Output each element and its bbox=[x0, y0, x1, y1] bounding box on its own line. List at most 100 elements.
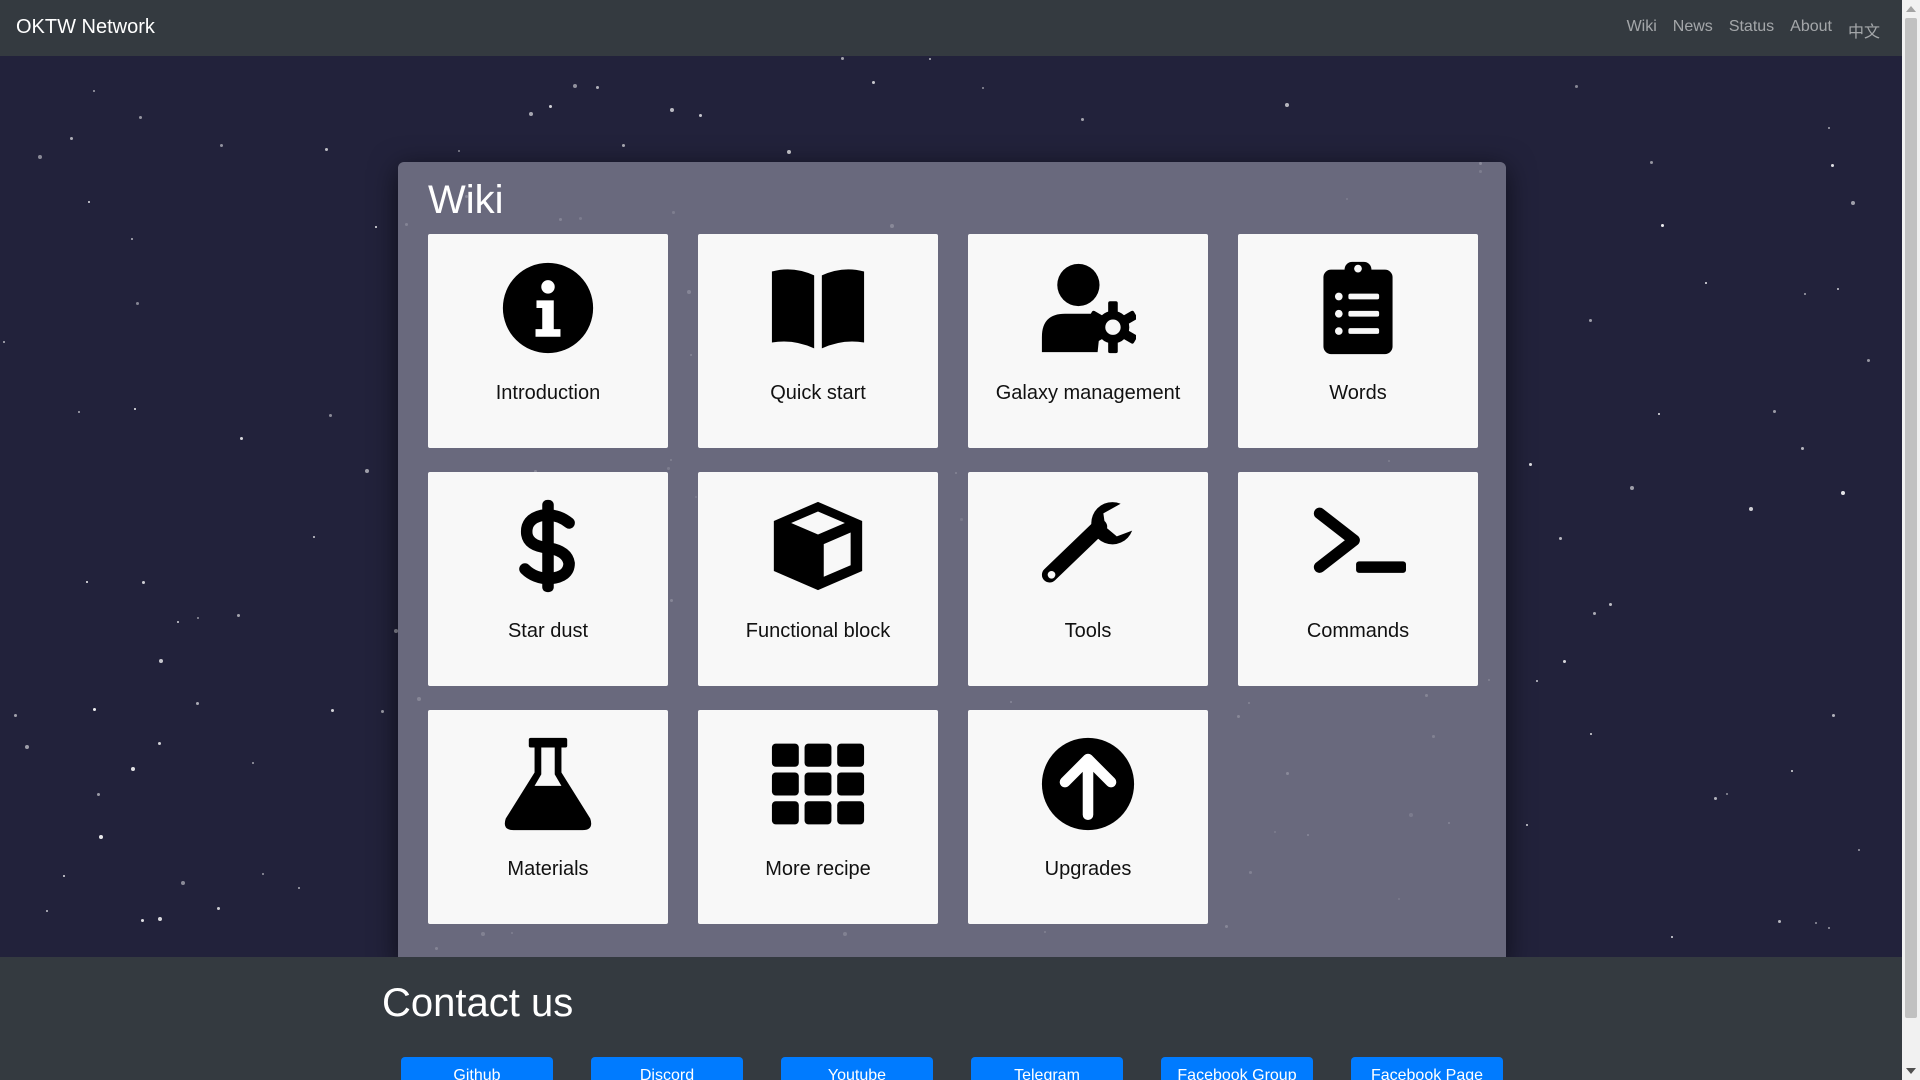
star-dot bbox=[78, 411, 80, 413]
cube-icon bbox=[770, 498, 866, 594]
wiki-card-star-dust[interactable]: Star dust bbox=[428, 472, 668, 686]
wiki-card-introduction[interactable]: Introduction bbox=[428, 234, 668, 448]
page-scrollbar[interactable] bbox=[1902, 0, 1920, 1080]
top-navbar: OKTW Network Wiki News Status About 中文 bbox=[0, 0, 1902, 56]
star-dot bbox=[181, 881, 185, 885]
star-dot bbox=[46, 910, 48, 912]
star-dot bbox=[458, 150, 460, 152]
star-dot bbox=[1791, 770, 1793, 772]
wiki-panel: Wiki Introduction Quick start Galaxy man… bbox=[398, 162, 1506, 957]
brand-link[interactable]: OKTW Network bbox=[16, 16, 155, 39]
wrench-icon bbox=[1040, 498, 1136, 594]
star-dot bbox=[549, 105, 552, 108]
star-dot bbox=[237, 614, 240, 617]
star-dot bbox=[1285, 103, 1289, 107]
telegram-button[interactable]: Telegram bbox=[971, 1057, 1123, 1080]
star-dot bbox=[134, 408, 136, 410]
star-dot bbox=[329, 414, 332, 417]
star-dot bbox=[375, 226, 377, 228]
youtube-button[interactable]: Youtube bbox=[781, 1057, 933, 1080]
star-dot bbox=[1705, 282, 1707, 284]
star-dot bbox=[381, 710, 384, 713]
wiki-card-label: Galaxy management bbox=[995, 382, 1181, 404]
star-dot bbox=[25, 745, 29, 749]
star-dot bbox=[139, 116, 142, 119]
star-dot bbox=[331, 709, 334, 712]
star-dot bbox=[38, 155, 42, 159]
wiki-card-commands[interactable]: Commands bbox=[1238, 472, 1478, 686]
star-dot bbox=[1828, 127, 1830, 129]
star-dot bbox=[1832, 714, 1835, 717]
facebook-group-button[interactable]: Facebook Group bbox=[1161, 1057, 1313, 1080]
dollar-sign-icon bbox=[500, 498, 596, 594]
star-dot bbox=[1714, 797, 1717, 800]
star-dot bbox=[1589, 319, 1592, 322]
star-dot bbox=[220, 144, 223, 147]
wiki-card-label: Words bbox=[1329, 382, 1387, 404]
star-dot bbox=[14, 714, 17, 717]
wiki-card-more-recipe[interactable]: More recipe bbox=[698, 710, 938, 924]
arrow-circle-up-icon bbox=[1040, 736, 1136, 832]
star-dot bbox=[142, 581, 145, 584]
star-dot bbox=[1831, 164, 1834, 167]
star-dot bbox=[787, 150, 791, 154]
nav-link-about[interactable]: About bbox=[1790, 18, 1832, 42]
scroll-up-arrow-icon[interactable] bbox=[1906, 6, 1916, 12]
wiki-card-label: Star dust bbox=[507, 620, 589, 642]
star-dot bbox=[1081, 118, 1084, 121]
wiki-card-tools[interactable]: Tools bbox=[968, 472, 1208, 686]
wiki-card-label: Tools bbox=[1064, 620, 1112, 642]
star-dot bbox=[3, 341, 5, 343]
star-dot bbox=[131, 238, 133, 240]
star-dot bbox=[325, 148, 328, 151]
star-dot bbox=[1658, 413, 1660, 415]
wiki-card-label: Materials bbox=[507, 858, 589, 880]
star-dot bbox=[131, 767, 135, 771]
star-dot bbox=[529, 112, 533, 116]
star-dot bbox=[159, 659, 163, 663]
star-dot bbox=[573, 84, 577, 88]
star-dot bbox=[1851, 201, 1855, 205]
wiki-card-quick-start[interactable]: Quick start bbox=[698, 234, 938, 448]
wiki-card-label: Quick start bbox=[770, 382, 866, 404]
star-dot bbox=[1837, 288, 1839, 290]
star-dot bbox=[99, 835, 103, 839]
star-dot bbox=[872, 81, 875, 84]
contact-title: Contact us bbox=[382, 981, 574, 1025]
scrollbar-thumb[interactable] bbox=[1905, 18, 1917, 1018]
star-dot bbox=[596, 86, 599, 89]
star-dot bbox=[158, 917, 162, 921]
nav-link-language[interactable]: 中文 bbox=[1848, 18, 1880, 42]
star-dot bbox=[86, 581, 88, 583]
wiki-card-label: More recipe bbox=[765, 858, 871, 880]
wiki-card-galaxy-management[interactable]: Galaxy management bbox=[968, 234, 1208, 448]
star-dot bbox=[1801, 447, 1804, 450]
star-dot bbox=[841, 57, 844, 60]
scroll-down-arrow-icon[interactable] bbox=[1906, 1068, 1916, 1074]
star-dot bbox=[88, 201, 90, 203]
nav-link-news[interactable]: News bbox=[1673, 18, 1713, 42]
nav-link-status[interactable]: Status bbox=[1729, 18, 1774, 42]
wiki-card-functional-block[interactable]: Functional block bbox=[698, 472, 938, 686]
grid-icon bbox=[770, 736, 866, 832]
star-dot bbox=[97, 793, 100, 796]
star-dot bbox=[141, 919, 144, 922]
facebook-page-button[interactable]: Facebook Page bbox=[1351, 1057, 1503, 1080]
wiki-card-upgrades[interactable]: Upgrades bbox=[968, 710, 1208, 924]
star-dot bbox=[1650, 161, 1653, 164]
star-dot bbox=[1841, 491, 1845, 495]
wiki-card-materials[interactable]: Materials bbox=[428, 710, 668, 924]
user-gear-icon bbox=[1040, 260, 1136, 356]
discord-button[interactable]: Discord bbox=[591, 1057, 743, 1080]
github-button[interactable]: Github bbox=[401, 1057, 553, 1080]
star-dot bbox=[1536, 680, 1538, 682]
clipboard-list-icon bbox=[1310, 260, 1406, 356]
star-dot bbox=[1858, 849, 1860, 851]
nav-link-wiki[interactable]: Wiki bbox=[1627, 18, 1657, 42]
star-dot bbox=[1529, 463, 1532, 466]
star-dot bbox=[240, 437, 243, 440]
star-dot bbox=[1559, 537, 1562, 540]
star-dot bbox=[1726, 793, 1728, 795]
wiki-card-words[interactable]: Words bbox=[1238, 234, 1478, 448]
star-dot bbox=[196, 702, 199, 705]
